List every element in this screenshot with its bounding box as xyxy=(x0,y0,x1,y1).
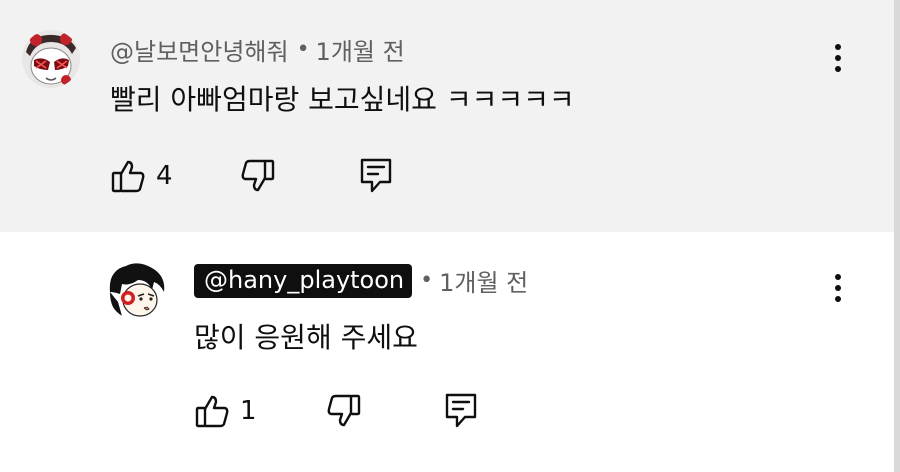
reply-reply-button[interactable] xyxy=(443,392,479,430)
thumbs-down-icon xyxy=(241,159,275,192)
reply-dislike-button[interactable] xyxy=(326,393,362,429)
like-count: 4 xyxy=(156,161,173,191)
reply-author-avatar[interactable] xyxy=(108,262,166,320)
comment-author-handle[interactable]: @날보면안녕해줘 xyxy=(110,32,289,67)
reply-meta: @hany_playtoon • 1개월 전 xyxy=(194,263,528,298)
more-vertical-icon[interactable] xyxy=(828,38,848,78)
comment-meta: @날보면안녕해줘 • 1개월 전 xyxy=(110,32,405,67)
thumbs-up-icon xyxy=(111,160,145,193)
scrollbar-track[interactable] xyxy=(894,0,900,472)
comment-timestamp[interactable]: 1개월 전 xyxy=(316,32,405,67)
meta-separator: • xyxy=(296,37,310,62)
commenter-avatar[interactable] xyxy=(22,30,80,88)
reply-button[interactable] xyxy=(358,157,394,195)
reply-comment-icon xyxy=(445,393,477,428)
thumbs-up-icon xyxy=(195,395,229,428)
like-button[interactable]: 4 xyxy=(110,158,173,194)
comment-text: 빨리 아빠엄마랑 보고싶네요 ㅋㅋㅋㅋㅋ xyxy=(110,83,575,116)
reply-like-count: 1 xyxy=(240,396,257,426)
reply-comment-icon xyxy=(360,158,392,193)
meta-separator: • xyxy=(420,268,434,293)
dislike-button[interactable] xyxy=(240,158,276,194)
thumbs-down-icon xyxy=(327,394,361,427)
reply-author-handle[interactable]: @hany_playtoon xyxy=(194,263,413,298)
reply-like-button[interactable]: 1 xyxy=(194,393,257,429)
reply-text: 많이 응원해 주세요 xyxy=(194,321,418,354)
more-vertical-icon[interactable] xyxy=(828,268,848,308)
reply-timestamp[interactable]: 1개월 전 xyxy=(439,263,528,298)
